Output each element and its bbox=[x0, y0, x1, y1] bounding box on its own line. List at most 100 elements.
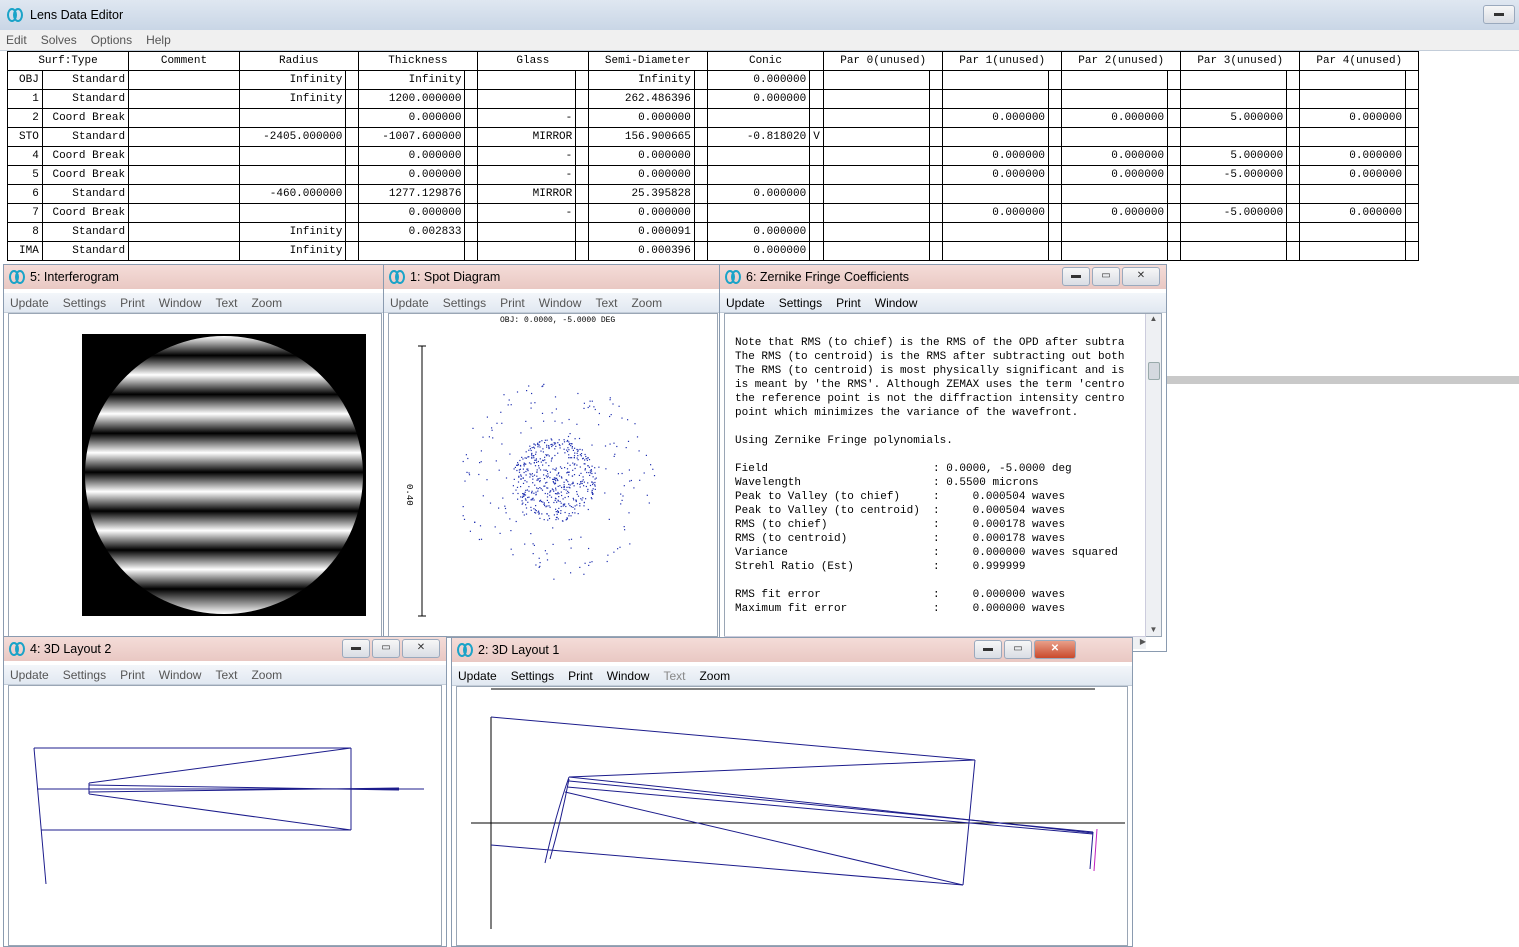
thickness-solve-cell[interactable] bbox=[464, 127, 478, 147]
semi-diameter-cell[interactable]: 0.000091 bbox=[587, 222, 695, 242]
semi-diameter-solve-cell[interactable] bbox=[693, 127, 708, 147]
par3-solve-cell[interactable] bbox=[1286, 184, 1301, 204]
par3-cell[interactable]: -5.000000 bbox=[1180, 165, 1288, 185]
surface-number-cell[interactable]: 2 bbox=[7, 108, 43, 128]
surface-number-cell[interactable]: STO bbox=[7, 127, 43, 147]
surface-type-cell[interactable]: Standard bbox=[41, 89, 130, 109]
par2-solve-cell[interactable] bbox=[1167, 203, 1182, 223]
menu-solves[interactable]: Solves bbox=[41, 33, 77, 47]
comment-cell[interactable] bbox=[128, 89, 240, 109]
minimize-icon[interactable]: ▬ bbox=[974, 640, 1002, 659]
par2-cell[interactable]: 0.000000 bbox=[1061, 108, 1169, 128]
glass-cell[interactable] bbox=[476, 89, 577, 109]
par0-solve-cell[interactable] bbox=[928, 127, 944, 147]
close-icon[interactable]: ✕ bbox=[1122, 267, 1160, 286]
col-header-surftype[interactable]: Surf:Type bbox=[6, 51, 130, 71]
semi-diameter-solve-cell[interactable] bbox=[693, 89, 708, 109]
par4-cell[interactable] bbox=[1299, 241, 1407, 261]
surface-type-cell[interactable]: Coord Break bbox=[41, 203, 130, 223]
par4-cell[interactable] bbox=[1299, 184, 1407, 204]
close-icon[interactable]: ✕ bbox=[1034, 640, 1076, 659]
par0-solve-cell[interactable] bbox=[928, 146, 944, 166]
par2-cell[interactable]: 0.000000 bbox=[1061, 165, 1169, 185]
semi-diameter-solve-cell[interactable] bbox=[693, 146, 708, 166]
menu-text[interactable]: Text bbox=[215, 296, 237, 310]
par1-solve-cell[interactable] bbox=[1048, 89, 1063, 109]
conic-cell[interactable] bbox=[706, 108, 811, 128]
glass-cell[interactable] bbox=[476, 222, 577, 242]
maximize-icon[interactable]: ▭ bbox=[372, 639, 400, 658]
par2-cell[interactable] bbox=[1061, 222, 1169, 242]
thickness-cell[interactable]: 0.000000 bbox=[357, 146, 466, 166]
radius-solve-cell[interactable] bbox=[345, 241, 359, 261]
comment-cell[interactable] bbox=[128, 146, 240, 166]
surface-type-cell[interactable]: Coord Break bbox=[41, 108, 130, 128]
par4-solve-cell[interactable] bbox=[1405, 89, 1420, 109]
conic-cell[interactable] bbox=[706, 165, 811, 185]
conic-solve-cell[interactable] bbox=[809, 70, 825, 90]
glass-cell[interactable] bbox=[476, 70, 577, 90]
menu-update[interactable]: Update bbox=[390, 296, 429, 310]
thickness-cell[interactable] bbox=[357, 241, 466, 261]
par3-cell[interactable]: -5.000000 bbox=[1180, 203, 1288, 223]
menu-edit[interactable]: Edit bbox=[6, 33, 27, 47]
surface-type-cell[interactable]: Standard bbox=[41, 127, 130, 147]
par3-solve-cell[interactable] bbox=[1286, 222, 1301, 242]
par2-cell[interactable] bbox=[1061, 241, 1169, 261]
par1-cell[interactable] bbox=[942, 222, 1050, 242]
par3-solve-cell[interactable] bbox=[1286, 70, 1301, 90]
par3-cell[interactable] bbox=[1180, 184, 1288, 204]
par1-solve-cell[interactable] bbox=[1048, 146, 1063, 166]
par2-solve-cell[interactable] bbox=[1167, 165, 1182, 185]
par2-cell[interactable] bbox=[1061, 89, 1169, 109]
surface-number-cell[interactable]: 5 bbox=[7, 165, 43, 185]
thickness-solve-cell[interactable] bbox=[464, 203, 478, 223]
radius-cell[interactable]: Infinity bbox=[238, 222, 347, 242]
par2-cell[interactable]: 0.000000 bbox=[1061, 203, 1169, 223]
col-header-par0[interactable]: Par 0(unused) bbox=[823, 51, 944, 71]
menu-update[interactable]: Update bbox=[726, 296, 765, 310]
par3-cell[interactable] bbox=[1180, 70, 1288, 90]
thickness-cell[interactable]: 1277.129876 bbox=[357, 184, 466, 204]
par1-solve-cell[interactable] bbox=[1048, 108, 1063, 128]
conic-solve-cell[interactable] bbox=[809, 165, 825, 185]
menu-settings[interactable]: Settings bbox=[779, 296, 822, 310]
surface-number-cell[interactable]: IMA bbox=[7, 241, 43, 261]
conic-solve-cell[interactable] bbox=[809, 146, 825, 166]
surface-type-cell[interactable]: Standard bbox=[41, 70, 130, 90]
conic-cell[interactable]: 0.000000 bbox=[706, 222, 811, 242]
par3-solve-cell[interactable] bbox=[1286, 146, 1301, 166]
surface-number-cell[interactable]: 8 bbox=[7, 222, 43, 242]
radius-cell[interactable] bbox=[238, 108, 347, 128]
par1-solve-cell[interactable] bbox=[1048, 127, 1063, 147]
glass-solve-cell[interactable] bbox=[575, 127, 589, 147]
par1-solve-cell[interactable] bbox=[1048, 203, 1063, 223]
menu-options[interactable]: Options bbox=[91, 33, 132, 47]
menu-zoom[interactable]: Zoom bbox=[699, 669, 730, 683]
menu-print[interactable]: Print bbox=[120, 296, 145, 310]
comment-cell[interactable] bbox=[128, 241, 240, 261]
zernike-titlebar[interactable]: 6: Zernike Fringe Coefficients ▬ ▭ ✕ bbox=[720, 265, 1166, 289]
conic-cell[interactable]: 0.000000 bbox=[706, 89, 811, 109]
par4-solve-cell[interactable] bbox=[1405, 70, 1420, 90]
surface-number-cell[interactable]: 7 bbox=[7, 203, 43, 223]
par0-solve-cell[interactable] bbox=[928, 241, 944, 261]
menu-zoom[interactable]: Zoom bbox=[251, 296, 282, 310]
col-header-par2[interactable]: Par 2(unused) bbox=[1061, 51, 1182, 71]
thickness-solve-cell[interactable] bbox=[464, 222, 478, 242]
conic-solve-cell[interactable]: V bbox=[809, 127, 825, 147]
menu-zoom[interactable]: Zoom bbox=[251, 668, 282, 682]
semi-diameter-cell[interactable]: 0.000000 bbox=[587, 108, 695, 128]
menu-print[interactable]: Print bbox=[568, 669, 593, 683]
comment-cell[interactable] bbox=[128, 203, 240, 223]
glass-solve-cell[interactable] bbox=[575, 108, 589, 128]
semi-diameter-cell[interactable]: 156.900665 bbox=[587, 127, 695, 147]
menu-window[interactable]: Window bbox=[539, 296, 582, 310]
par3-solve-cell[interactable] bbox=[1286, 108, 1301, 128]
surface-type-cell[interactable]: Coord Break bbox=[41, 146, 130, 166]
col-header-par3[interactable]: Par 3(unused) bbox=[1180, 51, 1301, 71]
radius-solve-cell[interactable] bbox=[345, 146, 359, 166]
menu-window[interactable]: Window bbox=[159, 296, 202, 310]
menu-window[interactable]: Window bbox=[607, 669, 650, 683]
par0-cell[interactable] bbox=[823, 222, 930, 242]
